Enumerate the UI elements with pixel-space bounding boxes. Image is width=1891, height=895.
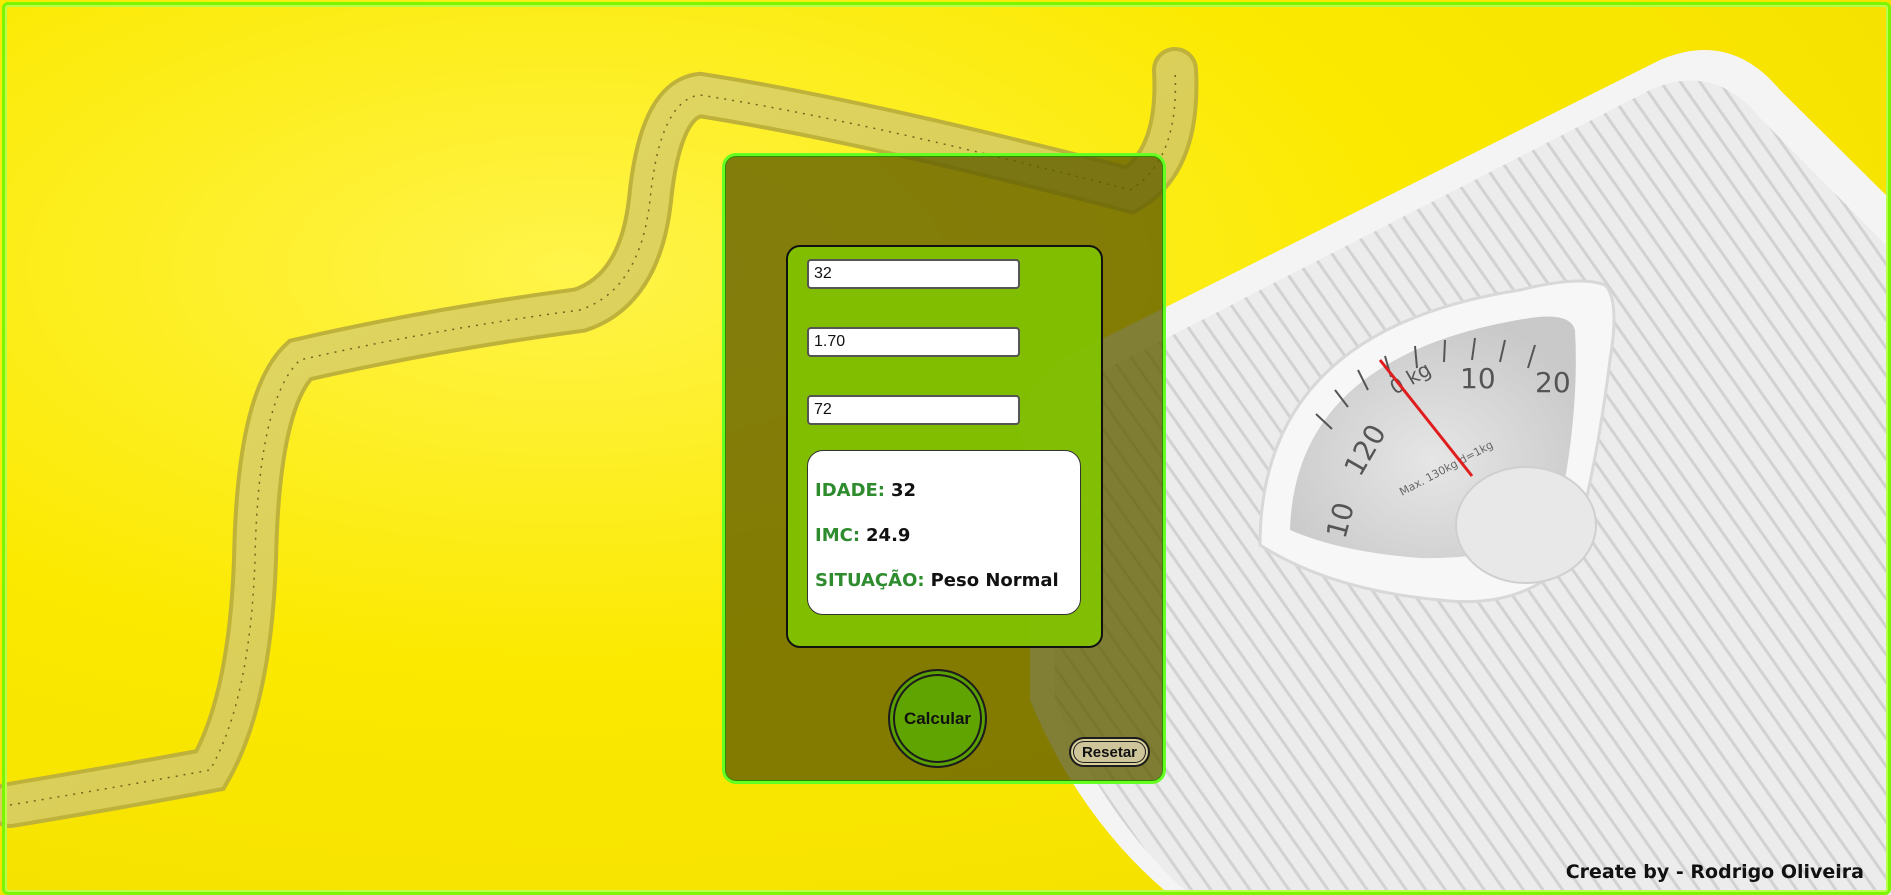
bmi-value: 24.9 bbox=[866, 525, 911, 546]
app-background: 10 20 120 10 0 kg Max. 130kg d=1kg IDADE… bbox=[0, 0, 1891, 895]
height-input[interactable] bbox=[807, 327, 1020, 357]
status-label: SITUAÇÃO: bbox=[815, 570, 925, 591]
reset-button[interactable]: Resetar bbox=[1069, 737, 1150, 767]
bmi-label: IMC: bbox=[815, 525, 861, 546]
age-input[interactable] bbox=[807, 259, 1020, 289]
result-age: IDADE: 32 bbox=[815, 480, 916, 501]
calculate-button[interactable]: Calcular bbox=[888, 669, 987, 768]
age-value: 32 bbox=[891, 480, 917, 501]
svg-text:10: 10 bbox=[1460, 362, 1496, 395]
result-status: SITUAÇÃO: Peso Normal bbox=[815, 570, 1059, 591]
age-label: IDADE: bbox=[815, 480, 886, 501]
status-value: Peso Normal bbox=[930, 570, 1059, 591]
svg-text:20: 20 bbox=[1535, 366, 1571, 399]
weight-input[interactable] bbox=[807, 395, 1020, 425]
author-credit: Create by - Rodrigo Oliveira bbox=[1565, 861, 1864, 883]
result-bmi: IMC: 24.9 bbox=[815, 525, 910, 546]
